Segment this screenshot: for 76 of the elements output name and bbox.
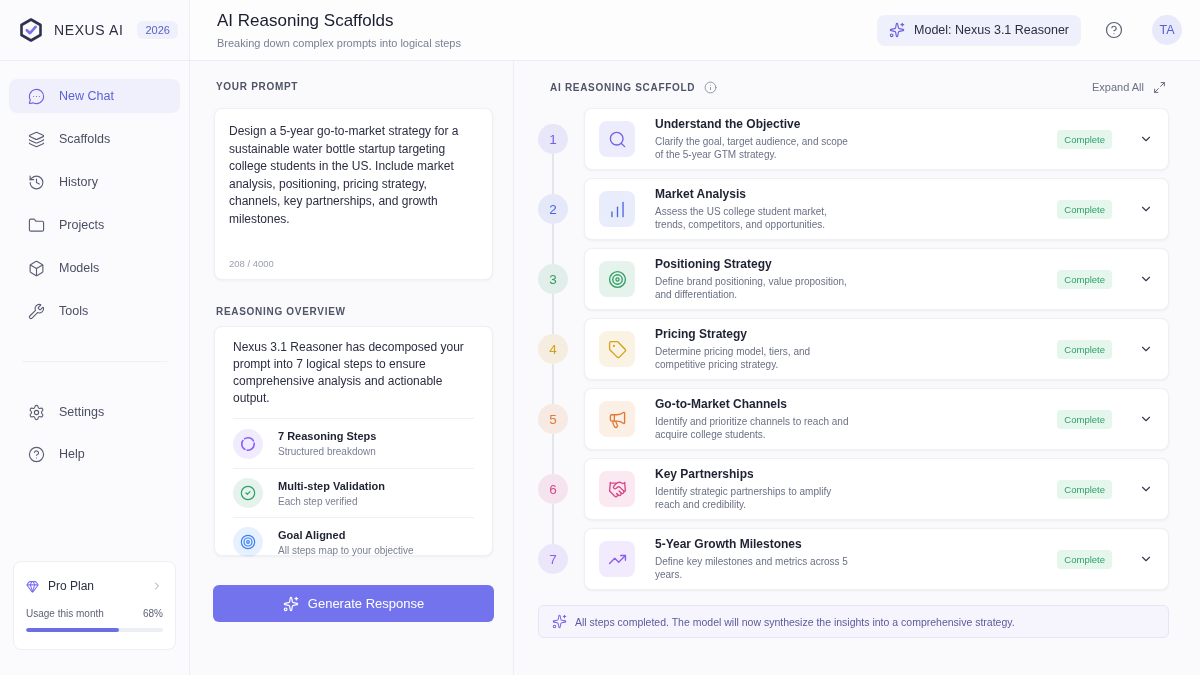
step-title: 5-Year Growth Milestones [655,536,803,551]
step-number: 3 [538,264,568,294]
sparkles-icon [282,595,299,612]
nav-item[interactable]: Settings [9,395,180,429]
step-number: 5 [538,404,568,434]
step-title: Understand the Objective [655,116,802,131]
nav-item[interactable]: Scaffolds [9,122,180,156]
status-badge: Complete [1057,199,1112,219]
page-title: AI Reasoning Scaffolds [217,11,395,31]
status-badge: Complete [1057,129,1112,149]
expand-icon [1153,80,1166,94]
step-description: Define key milestones and metrics across 5 years. [655,554,849,582]
chat-bubble-icon [28,87,45,105]
item-subtitle: Each step verified [278,495,359,507]
prompt-field[interactable]: Design a 5-year go-to-market strategy for a sustainable water bottle startup targeting college students in the US. Include market analysis, positioning, pricing strategy, channels, key partnerships, and growth milestones. [229,123,479,258]
cube-icon [28,259,45,277]
user-avatar[interactable]: TA [1152,15,1182,45]
nav-item[interactable]: History [9,165,180,199]
step-number: 6 [538,474,568,504]
nav-item[interactable]: Models [9,251,180,285]
folder-icon [28,216,45,234]
step-description: Define brand positioning, value proposition, and differentiation. [655,274,848,302]
step-number: 1 [538,124,568,154]
section-heading: YOUR PROMPT [216,81,300,93]
settings-icon [28,403,45,421]
item-title: Multi-step Validation [278,479,385,492]
step-title: Positioning Strategy [655,256,773,271]
help-icon [28,445,45,463]
sparkles-icon [552,614,567,629]
usage-label: Usage this month [26,608,104,619]
step-description: Identify strategic partnerships to amplify reach and credibility. [655,484,833,512]
step-title: Pricing Strategy [655,326,749,341]
status-badge: Complete [1057,269,1112,289]
page-subtitle: Breaking down complex prompts into logical steps [217,37,461,49]
sparkles-icon [889,22,906,38]
status-badge: Complete [1057,339,1112,359]
step-description: Clarify the goal, target audience, and scope of the 5-year GTM strategy. [655,134,849,162]
step-description: Identify and prioritize channels to reach and acquire college students. [655,414,850,442]
wrench-icon [28,302,45,320]
gem-icon [26,579,39,593]
section-heading: AI REASONING SCAFFOLD [550,81,696,93]
help-icon[interactable] [1105,21,1123,39]
character-counter: 208 / 4000 [229,258,274,269]
item-title: 7 Reasoning Steps [278,430,377,442]
item-subtitle: All steps map to your objective [278,544,414,556]
plan-name: Pro Plan [48,579,95,593]
overview-summary: Nexus 3.1 Reasoner has decomposed your prompt into 7 logical steps to ensure comprehensive analysis and actionable output. [233,339,474,419]
note-text: All steps completed. The model will now synthesize the insights into a comprehensive strategy. [575,615,1015,628]
brand-name: NEXUS AI [54,22,124,38]
nav-item[interactable]: Tools [9,294,180,328]
step-title: Key Partnerships [655,466,755,481]
step-title: Market Analysis [655,186,747,201]
status-badge: Complete [1057,479,1112,499]
nav-item[interactable]: Projects [9,208,180,242]
year-badge: 2026 [137,21,178,39]
layers-icon [28,130,45,148]
step-title: Go-to-Market Channels [655,396,788,411]
history-icon [28,173,45,191]
section-heading: REASONING OVERVIEW [216,306,347,318]
nav-item[interactable]: Help [9,437,180,471]
plan-card[interactable]: Pro Plan Usage this month 68% [13,561,176,650]
item-title: Goal Aligned [278,528,347,541]
item-subtitle: Structured breakdown [278,446,377,457]
usage-reading: 68% [143,608,163,619]
status-badge: Complete [1057,409,1112,429]
step-number: 7 [538,544,568,574]
generate-button[interactable]: Generate Response [213,585,494,622]
hexagon-logo-icon [20,18,42,42]
status-badge: Complete [1057,549,1112,569]
nav-item[interactable]: New Chat [9,79,180,113]
step-description: Determine pricing model, tiers, and competitive pricing strategy. [655,344,812,372]
step-description: Assess the US college student market, trends, competitors, and opportunities. [655,204,828,232]
model-button[interactable]: Model: Nexus 3.1 Reasoner [877,14,1081,46]
step-number: 2 [538,194,568,224]
expand-all-button[interactable]: Expand All [1092,80,1166,94]
step-number: 4 [538,334,568,364]
